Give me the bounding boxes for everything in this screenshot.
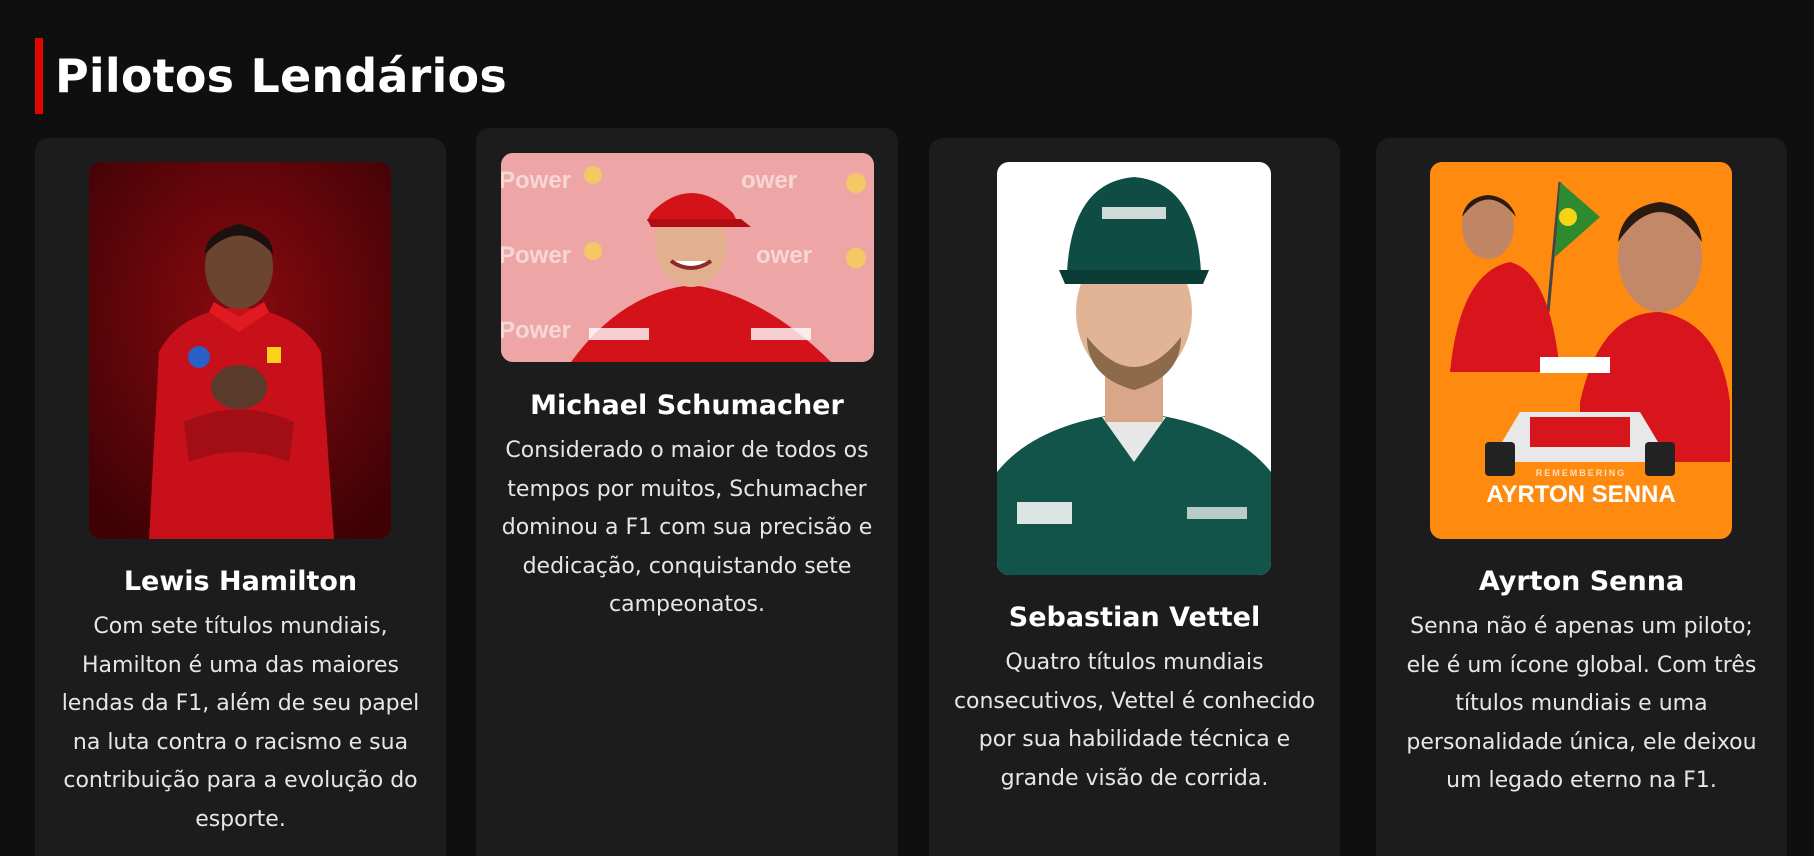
vettel-photo bbox=[997, 162, 1271, 575]
driver-name: Lewis Hamilton bbox=[123, 566, 358, 597]
svg-text:-Power: -Power bbox=[501, 167, 571, 194]
driver-description: Considerado o maior de todos os tempos p… bbox=[501, 438, 873, 617]
driver-name: Ayrton Senna bbox=[1478, 566, 1685, 597]
senna-photo-caption-small: REMEMBERING bbox=[1536, 468, 1627, 478]
driver-name: Michael Schumacher bbox=[530, 390, 844, 421]
driver-description: Quatro títulos mundiais consecutivos, Ve… bbox=[953, 650, 1316, 791]
svg-text:-Power: -Power bbox=[501, 317, 571, 344]
driver-description: Senna não é apenas um piloto; ele é um í… bbox=[1406, 614, 1757, 793]
schumacher-photo: -Power -Power -Power ower ower bbox=[501, 153, 874, 362]
svg-text:-Power: -Power bbox=[501, 242, 571, 269]
driver-card-vettel[interactable]: Sebastian Vettel Quatro títulos mundiais… bbox=[929, 138, 1340, 856]
svg-text:ower: ower bbox=[741, 167, 797, 194]
driver-description: Com sete títulos mundiais, Hamilton é um… bbox=[61, 614, 420, 832]
senna-photo: REMEMBERING AYRTON SENNA bbox=[1430, 162, 1732, 539]
svg-text:ower: ower bbox=[756, 242, 812, 269]
driver-card-hamilton[interactable]: Lewis Hamilton Com sete títulos mundiais… bbox=[35, 138, 446, 856]
senna-photo-caption: AYRTON SENNA bbox=[1486, 481, 1675, 508]
driver-name: Sebastian Vettel bbox=[1008, 602, 1261, 633]
page: Pilotos Lendários Lewis Hamilton Com set… bbox=[0, 0, 1814, 856]
hamilton-photo bbox=[89, 162, 391, 539]
driver-card-senna[interactable]: REMEMBERING AYRTON SENNA Ayrton Senna Se… bbox=[1376, 138, 1787, 856]
section-title: Pilotos Lendários bbox=[35, 38, 507, 114]
driver-card-schumacher[interactable]: -Power -Power -Power ower ower bbox=[476, 128, 898, 856]
